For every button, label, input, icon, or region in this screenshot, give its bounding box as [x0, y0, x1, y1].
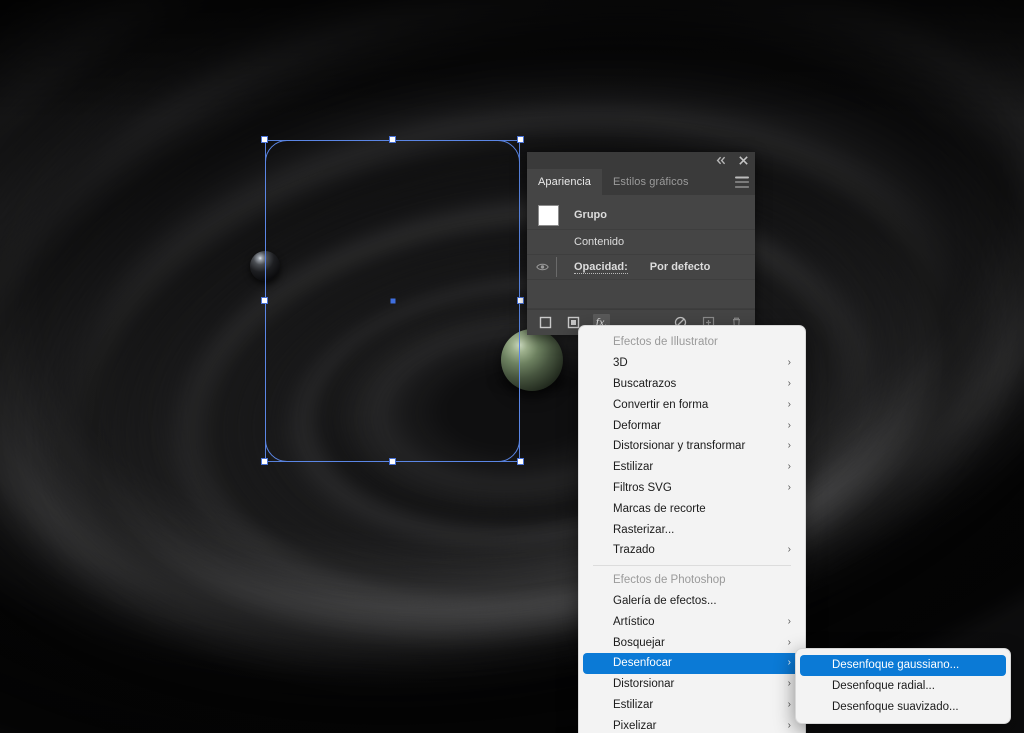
chevron-right-icon: ›: [787, 419, 791, 431]
appearance-row-opacidad-value[interactable]: Por defecto: [650, 261, 711, 273]
menu-item-label: Estilizar: [613, 461, 654, 474]
chevron-right-icon: ›: [787, 461, 791, 473]
appearance-empty-row: [527, 280, 755, 309]
application-window: Apariencia Estilos gráficos Grupo Conten…: [0, 0, 1024, 733]
menu-item-convertir-en-forma[interactable]: Convertir en forma ›: [583, 394, 801, 415]
menu-item-label: Estilizar: [613, 698, 654, 711]
group-color-swatch[interactable]: [538, 204, 559, 226]
menu-item-label: Galería de efectos...: [613, 594, 717, 607]
appearance-row-opacidad[interactable]: Opacidad: Por defecto: [527, 255, 755, 280]
close-panel-icon[interactable]: [737, 154, 750, 167]
artboard-canvas[interactable]: [0, 0, 1024, 733]
chevron-right-icon: ›: [787, 357, 791, 369]
appearance-row-opacidad-label[interactable]: Opacidad:: [574, 261, 628, 274]
chevron-right-icon: ›: [787, 615, 791, 627]
chevron-right-icon: ›: [787, 657, 791, 669]
menu-section-label: Efectos de Photoshop: [613, 574, 726, 587]
menu-item-marcas-de-recorte[interactable]: Marcas de recorte: [583, 498, 801, 519]
submenu-item-desenfoque-suavizado[interactable]: Desenfoque suavizado...: [800, 697, 1006, 718]
visibility-eye-icon[interactable]: [536, 261, 549, 274]
appearance-row-contenido-label: Contenido: [574, 236, 625, 248]
chevron-right-icon: ›: [787, 636, 791, 648]
add-new-stroke-icon[interactable]: [537, 314, 554, 331]
chevron-right-icon: ›: [787, 398, 791, 410]
menu-item-rasterizar[interactable]: Rasterizar...: [583, 519, 801, 540]
appearance-row-grupo-label: Grupo: [574, 209, 607, 221]
chevron-right-icon: ›: [787, 481, 791, 493]
tab-estilos-graficos[interactable]: Estilos gráficos: [602, 169, 700, 195]
panel-tab-bar[interactable]: Apariencia Estilos gráficos: [527, 169, 755, 195]
submenu-item-label: Desenfoque suavizado...: [832, 700, 959, 713]
submenu-item-desenfoque-radial[interactable]: Desenfoque radial...: [800, 676, 1006, 697]
chevron-right-icon: ›: [787, 698, 791, 710]
menu-item-label: Deformar: [613, 419, 661, 432]
green-sphere-object[interactable]: [501, 329, 563, 391]
menu-item-label: Distorsionar y transformar: [613, 440, 746, 453]
menu-item-label: Rasterizar...: [613, 523, 675, 536]
menu-item-label: Artístico: [613, 615, 655, 628]
menu-item-label: Marcas de recorte: [613, 502, 706, 515]
menu-item-estilizar-illustrator[interactable]: Estilizar ›: [583, 457, 801, 478]
menu-item-deformar[interactable]: Deformar ›: [583, 415, 801, 436]
chevron-right-icon: ›: [787, 678, 791, 690]
menu-item-label: Trazado: [613, 544, 655, 557]
menu-separator: [593, 564, 791, 566]
tab-apariencia[interactable]: Apariencia: [527, 169, 602, 195]
menu-item-3d[interactable]: 3D ›: [583, 353, 801, 374]
dark-sphere-object[interactable]: [250, 251, 280, 281]
appearance-row-grupo[interactable]: Grupo: [527, 201, 755, 230]
menu-item-label: 3D: [613, 357, 628, 370]
submenu-item-desenfoque-gaussiano[interactable]: Desenfoque gaussiano...: [800, 655, 1006, 676]
menu-item-desenfocar[interactable]: Desenfocar ›: [583, 652, 801, 674]
submenu-item-label: Desenfoque radial...: [832, 680, 935, 693]
chevron-right-icon: ›: [787, 719, 791, 731]
chevron-right-icon: ›: [787, 377, 791, 389]
menu-item-pixelizar[interactable]: Pixelizar ›: [583, 715, 801, 733]
effects-context-menu[interactable]: Efectos de Illustrator 3D › Buscatrazos …: [578, 325, 806, 733]
menu-item-label: Pixelizar: [613, 719, 657, 732]
menu-item-label: Buscatrazos: [613, 377, 677, 390]
menu-item-distorsionar-y-transformar[interactable]: Distorsionar y transformar ›: [583, 436, 801, 457]
menu-section-efectos-illustrator: Efectos de Illustrator: [583, 332, 801, 353]
appearance-row-divider: [556, 257, 557, 277]
menu-item-buscatrazos[interactable]: Buscatrazos ›: [583, 374, 801, 395]
tab-apariencia-label: Apariencia: [538, 176, 591, 188]
menu-item-bosquejar[interactable]: Bosquejar ›: [583, 632, 801, 653]
menu-item-label: Bosquejar: [613, 636, 665, 649]
menu-item-label: Convertir en forma: [613, 398, 709, 411]
collapse-panel-icon[interactable]: [715, 154, 728, 167]
chevron-right-icon: ›: [787, 440, 791, 452]
tab-estilos-graficos-label: Estilos gráficos: [612, 176, 689, 188]
panel-options-menu-icon[interactable]: [735, 176, 749, 188]
menu-item-label: Desenfocar: [613, 657, 672, 670]
menu-item-artistico[interactable]: Artístico ›: [583, 611, 801, 632]
menu-item-trazado[interactable]: Trazado ›: [583, 540, 801, 561]
chevron-right-icon: ›: [787, 544, 791, 556]
appearance-row-contenido[interactable]: Contenido: [527, 230, 755, 255]
menu-item-galeria-de-efectos[interactable]: Galería de efectos...: [583, 591, 801, 612]
canvas-top-shade: [0, 0, 1024, 120]
menu-section-efectos-photoshop: Efectos de Photoshop: [583, 570, 801, 591]
submenu-item-label: Desenfoque gaussiano...: [832, 659, 960, 672]
menu-item-filtros-svg[interactable]: Filtros SVG ›: [583, 478, 801, 499]
panel-titlebar[interactable]: [527, 152, 755, 169]
appearance-list: Grupo Contenido Opacidad: Por defecto: [527, 195, 755, 309]
menu-section-label: Efectos de Illustrator: [613, 336, 718, 349]
menu-item-label: Distorsionar: [613, 678, 675, 691]
menu-item-distorsionar-photoshop[interactable]: Distorsionar ›: [583, 674, 801, 695]
menu-item-label: Filtros SVG: [613, 481, 672, 494]
menu-item-estilizar-photoshop[interactable]: Estilizar ›: [583, 695, 801, 716]
appearance-panel[interactable]: Apariencia Estilos gráficos Grupo Conten…: [527, 152, 755, 335]
blur-submenu[interactable]: Desenfoque gaussiano... Desenfoque radia…: [795, 648, 1011, 725]
